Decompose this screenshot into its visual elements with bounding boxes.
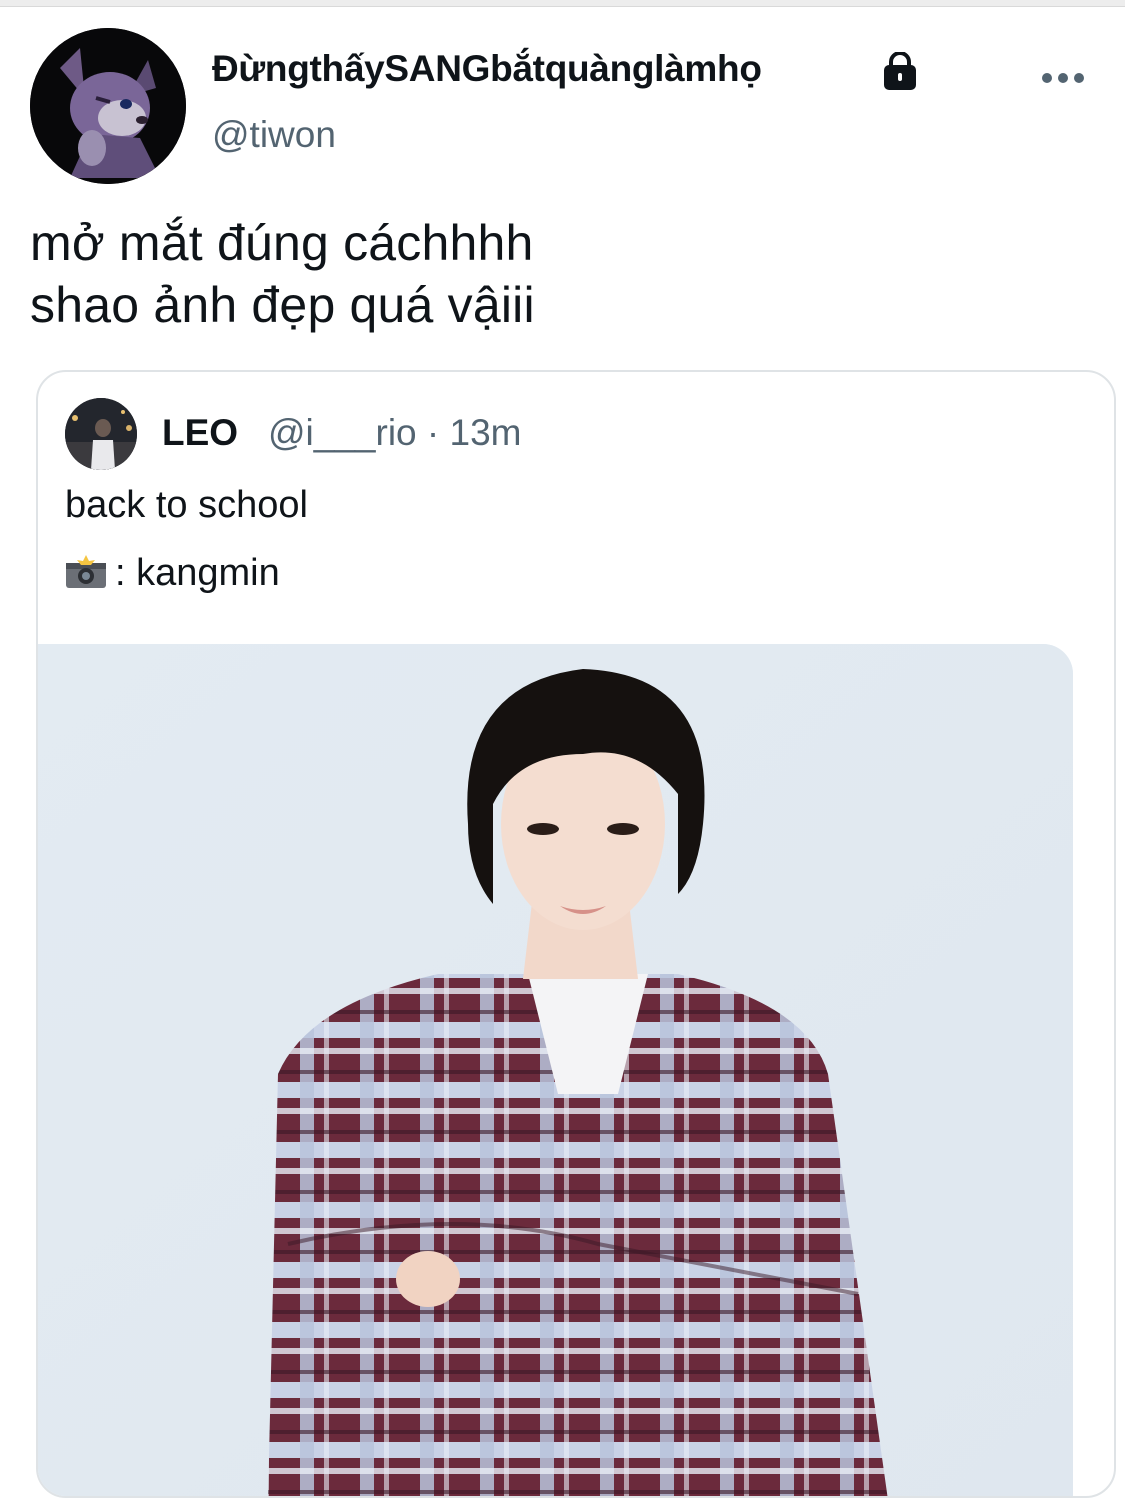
quoted-text-line-2: : kangmin xyxy=(65,552,280,595)
tweet-text: mở mắt đúng cáchhhh shao ảnh đẹp quá vậi… xyxy=(30,212,535,336)
quoted-display-name[interactable]: LEO xyxy=(162,412,238,454)
tweet-line-2: shao ảnh đẹp quá vậiii xyxy=(30,277,535,333)
author-handle[interactable]: @tiwon xyxy=(212,114,336,156)
quoted-time[interactable]: 13m xyxy=(450,412,522,453)
author-avatar[interactable] xyxy=(30,28,186,184)
camera-flash-icon xyxy=(66,555,106,588)
quoted-meta: @i___rio · 13m xyxy=(268,412,522,454)
quoted-photo[interactable] xyxy=(38,644,1073,1496)
meta-separator: · xyxy=(426,412,440,453)
quoted-text-line-1: back to school xyxy=(65,484,308,526)
photo-credit: : kangmin xyxy=(115,552,280,594)
top-divider xyxy=(0,0,1125,7)
quoted-tweet-card[interactable]: LEO @i___rio · 13m back to school : kang… xyxy=(36,370,1116,1498)
tweet-line-1: mở mắt đúng cáchhhh xyxy=(30,215,534,271)
quoted-author-avatar[interactable] xyxy=(65,398,137,470)
more-horizontal-icon[interactable] xyxy=(1040,66,1086,90)
lock-icon xyxy=(884,52,916,90)
author-display-name[interactable]: ĐừngthấySANGbắtquànglàmhọ xyxy=(212,48,762,90)
quoted-handle[interactable]: @i___rio xyxy=(268,412,417,453)
